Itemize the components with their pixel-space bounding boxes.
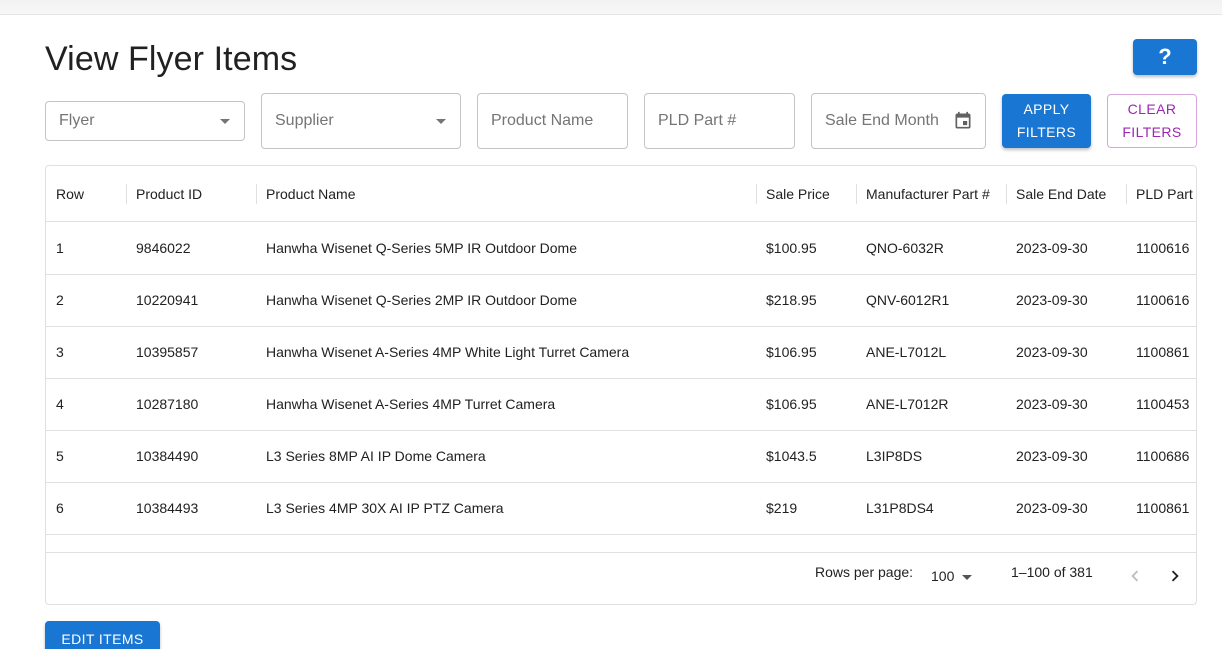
table-row[interactable]: 3 10395857 Hanwha Wisenet A-Series 4MP W… <box>46 327 1196 379</box>
column-header-product-name[interactable]: Product Name <box>256 166 756 222</box>
grid-body: 1 9846022 Hanwha Wisenet Q-Series 5MP IR… <box>46 223 1196 535</box>
cell-row[interactable]: 6 <box>46 483 126 534</box>
flyer-select-label: Flyer <box>59 112 95 129</box>
cell-row[interactable]: 4 <box>46 379 126 430</box>
cell-product-name[interactable]: Hanwha Wisenet A-Series 4MP White Light … <box>256 327 756 378</box>
cell-manufacturer-part[interactable]: ANE-L7012L <box>856 327 1006 378</box>
chevron-down-icon <box>436 119 446 124</box>
cell-sale-price[interactable]: $106.95 <box>756 327 856 378</box>
cell-manufacturer-part[interactable]: L31P8DS4 <box>856 483 1006 534</box>
chevron-down-icon <box>220 119 230 124</box>
cell-product-id[interactable]: 10395857 <box>126 327 256 378</box>
cell-manufacturer-part[interactable]: QNV-6012R1 <box>856 275 1006 326</box>
cell-row[interactable]: 1 <box>46 223 126 274</box>
cell-sale-end-date[interactable]: 2023-09-30 <box>1006 483 1126 534</box>
table-row[interactable]: 4 10287180 Hanwha Wisenet A-Series 4MP T… <box>46 379 1196 431</box>
cell-sale-end-date[interactable]: 2023-09-30 <box>1006 327 1126 378</box>
cell-sale-price[interactable]: $106.95 <box>756 379 856 430</box>
column-header-sale-end-date[interactable]: Sale End Date <box>1006 166 1126 222</box>
cell-row[interactable]: 3 <box>46 327 126 378</box>
pld-part-placeholder: PLD Part # <box>658 112 737 129</box>
column-header-manufacturer-part[interactable]: Manufacturer Part # <box>856 166 1006 222</box>
cell-sale-end-date[interactable]: 2023-09-30 <box>1006 275 1126 326</box>
cell-manufacturer-part[interactable]: QNO-6032R <box>856 223 1006 274</box>
cell-product-id[interactable]: 10384490 <box>126 431 256 482</box>
cell-pld-part[interactable]: 1100453 <box>1126 379 1196 430</box>
product-name-input[interactable]: Product Name <box>477 93 628 149</box>
cell-sale-end-date[interactable]: 2023-09-30 <box>1006 431 1126 482</box>
top-app-bar <box>0 0 1222 15</box>
apply-filters-label-line2: FILTERS <box>1016 124 1077 140</box>
cell-manufacturer-part[interactable]: L3IP8DS <box>856 431 1006 482</box>
rows-per-page-label: Rows per page: <box>815 564 914 580</box>
table-row[interactable]: 5 10384490 L3 Series 8MP AI IP Dome Came… <box>46 431 1196 483</box>
clear-filters-label-line2: FILTERS <box>1122 124 1182 140</box>
cell-product-name[interactable]: L3 Series 8MP AI IP Dome Camera <box>256 431 756 482</box>
cell-product-name[interactable]: Hanwha Wisenet Q-Series 5MP IR Outdoor D… <box>256 223 756 274</box>
chevron-down-icon[interactable] <box>962 575 972 580</box>
column-header-pld-part[interactable]: PLD Part <box>1126 166 1196 222</box>
product-name-placeholder: Product Name <box>491 112 594 129</box>
pld-part-input[interactable]: PLD Part # <box>644 93 795 149</box>
pagination-range: 1–100 of 381 <box>1011 564 1093 580</box>
rows-per-page-select[interactable]: 100 <box>931 568 954 584</box>
apply-filters-label-line1: APPLY <box>1023 101 1070 117</box>
cell-sale-end-date[interactable]: 2023-09-30 <box>1006 379 1126 430</box>
clear-filters-label-line1: CLEAR <box>1127 101 1177 117</box>
cell-row[interactable]: 2 <box>46 275 126 326</box>
cell-row[interactable]: 5 <box>46 431 126 482</box>
chevron-right-icon <box>1171 570 1179 582</box>
cell-pld-part[interactable]: 1100616 <box>1126 275 1196 326</box>
flyer-items-grid: Row Product ID Product Name Sale Price M… <box>45 165 1197 605</box>
cell-sale-price[interactable]: $219 <box>756 483 856 534</box>
apply-filters-button[interactable]: APPLY FILTERS <box>1002 94 1091 148</box>
cell-sale-price[interactable]: $1043.5 <box>756 431 856 482</box>
help-button[interactable]: ? <box>1133 39 1197 75</box>
page-title: View Flyer Items <box>45 40 298 78</box>
previous-page-button[interactable] <box>1124 565 1146 587</box>
grid-footer: Rows per page: 100 1–100 of 381 <box>46 552 1196 604</box>
cell-sale-price[interactable]: $100.95 <box>756 223 856 274</box>
table-row[interactable]: 1 9846022 Hanwha Wisenet Q-Series 5MP IR… <box>46 223 1196 275</box>
cell-product-id[interactable]: 10287180 <box>126 379 256 430</box>
column-header-row[interactable]: Row <box>46 166 126 222</box>
cell-sale-price[interactable]: $218.95 <box>756 275 856 326</box>
cell-sale-end-date[interactable]: 2023-09-30 <box>1006 223 1126 274</box>
cell-manufacturer-part[interactable]: ANE-L7012R <box>856 379 1006 430</box>
calendar-icon[interactable] <box>953 111 973 136</box>
supplier-select-label: Supplier <box>275 112 334 129</box>
edit-items-button[interactable]: EDIT ITEMS <box>45 621 160 649</box>
clear-filters-button[interactable]: CLEAR FILTERS <box>1107 94 1197 148</box>
table-row[interactable]: 6 10384493 L3 Series 4MP 30X AI IP PTZ C… <box>46 483 1196 535</box>
cell-product-name[interactable]: L3 Series 4MP 30X AI IP PTZ Camera <box>256 483 756 534</box>
column-header-product-id[interactable]: Product ID <box>126 166 256 222</box>
next-page-button[interactable] <box>1164 565 1186 587</box>
cell-product-name[interactable]: Hanwha Wisenet Q-Series 2MP IR Outdoor D… <box>256 275 756 326</box>
supplier-select[interactable]: Supplier <box>261 93 461 149</box>
cell-pld-part[interactable]: 1100861 <box>1126 327 1196 378</box>
cell-pld-part[interactable]: 1100686 <box>1126 431 1196 482</box>
chevron-left-icon <box>1131 570 1139 582</box>
grid-header: Row Product ID Product Name Sale Price M… <box>46 166 1196 222</box>
sale-end-month-placeholder: Sale End Month <box>825 112 939 129</box>
cell-product-id[interactable]: 10384493 <box>126 483 256 534</box>
sale-end-month-input[interactable]: Sale End Month <box>811 93 986 149</box>
cell-pld-part[interactable]: 1100616 <box>1126 223 1196 274</box>
cell-pld-part[interactable]: 1100861 <box>1126 483 1196 534</box>
cell-product-id[interactable]: 10220941 <box>126 275 256 326</box>
column-header-sale-price[interactable]: Sale Price <box>756 166 856 222</box>
flyer-select[interactable]: Flyer <box>45 101 245 141</box>
table-row[interactable]: 2 10220941 Hanwha Wisenet Q-Series 2MP I… <box>46 275 1196 327</box>
cell-product-name[interactable]: Hanwha Wisenet A-Series 4MP Turret Camer… <box>256 379 756 430</box>
cell-product-id[interactable]: 9846022 <box>126 223 256 274</box>
